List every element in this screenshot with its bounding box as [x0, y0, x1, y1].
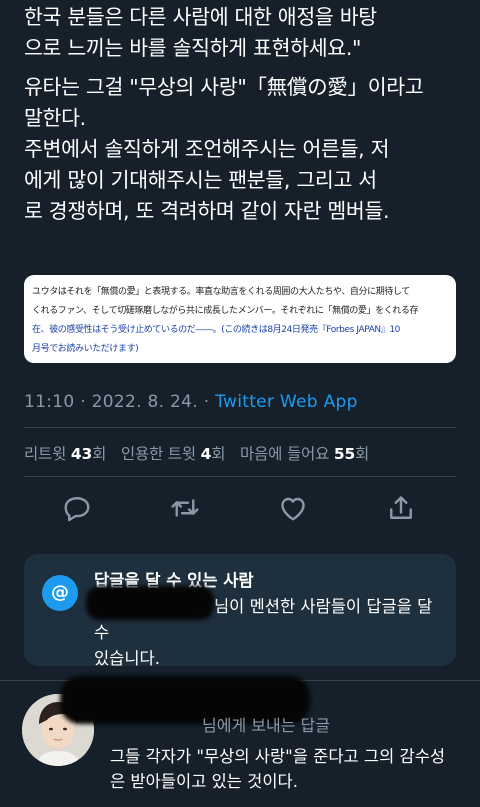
tweet-paragraph-1: 한국 분들은 다른 사람에 대한 애정을 바탕 으로 느끼는 바를 솔직하게 표… [24, 2, 464, 64]
quote-unit: 회 [211, 445, 226, 463]
retweet-icon[interactable] [167, 490, 203, 526]
tweet-paragraph-2: 유타는 그걸 "무상의 사랑"「無償の愛」이라고 말한다. 주변에서 솔직하게 … [24, 72, 464, 227]
tweet-line: 으로 느끼는 바를 솔직하게 표현하세요." [24, 36, 362, 60]
reply-line: 그들 각자가 "무상의 사랑"을 준다고 그의 감수성 [110, 747, 446, 766]
reply-to-label: 님에게 보내는 답글 [110, 712, 330, 736]
quote-label: 인용한 트윗 [120, 445, 196, 463]
image-text-line: くれるファン、そして切磋琢磨しながら共に成長したメンバー。それぞれに「無償の愛」… [32, 306, 419, 316]
tweet-stats: 리트윗 43회 인용한 트윗 4회 마음에 들어요 55회 [24, 442, 369, 464]
quote-count: 4 [200, 445, 212, 463]
share-icon[interactable] [383, 490, 419, 526]
mention-icon: @ [42, 575, 78, 611]
divider [24, 476, 456, 477]
tweet-date[interactable]: 2022. 8. 24. [92, 392, 198, 412]
tweet-text: 한국 분들은 다른 사람에 대한 애정을 바탕 으로 느끼는 바를 솔직하게 표… [24, 2, 464, 227]
image-text-line: 月号でお読みいただけます) [32, 344, 139, 354]
retweet-label: 리트윗 [24, 445, 67, 463]
image-text-line: 在、彼の感受性はそう受け止めているのだ――。(この続きは8月24日発売『Forb… [32, 325, 400, 335]
divider [24, 427, 456, 428]
tweet-line: 로 경쟁하며, 또 격려하며 같이 자란 멤버들. [24, 199, 390, 223]
redaction-mark [86, 586, 214, 620]
like-count: 55 [333, 445, 356, 463]
retweet-unit: 회 [92, 445, 107, 463]
retweet-stat[interactable]: 리트윗 43회 [24, 445, 106, 463]
reply-to-text: 님에게 보내는 답글 [202, 716, 330, 735]
tweet-line: 주변에서 솔직하게 조언해주시는 어른들, 저 [24, 137, 390, 161]
reply-line: 은 받아들이고 있는 것이다. [110, 772, 298, 791]
reply-icon[interactable] [59, 490, 95, 526]
image-text-line: ユウタはそれを「無償の愛」と表現する。率直な助言をくれる周囲の大人たちや、自分に… [32, 287, 410, 297]
like-label: 마음에 들어요 [240, 445, 330, 463]
reply-tweet-text: 그들 각자가 "무상의 사랑"을 준다고 그의 감수성 은 받아들이고 있는 것… [110, 744, 450, 794]
tweet-line: 한국 분들은 다른 사람에 대한 애정을 바탕 [24, 5, 377, 29]
tweet-time[interactable]: 11:10 [24, 392, 75, 412]
reply-desc-text-2: 있습니다. [94, 649, 160, 668]
like-unit: 회 [355, 445, 370, 463]
attached-image[interactable]: ユウタはそれを「無償の愛」と表現する。率直な助言をくれる周囲の大人たちや、自分に… [24, 275, 456, 363]
meta-separator: · [80, 392, 86, 412]
tweet-line: 유타는 그걸 "무상의 사랑"「無償の愛」이라고 [24, 75, 424, 99]
action-bar [0, 490, 480, 526]
tweet-source[interactable]: Twitter Web App [215, 392, 358, 412]
tweet-meta: 11:10 · 2022. 8. 24. · Twitter Web App [24, 392, 358, 412]
tweet-line: 에게 많이 기대해주시는 팬분들, 그리고 서 [24, 168, 377, 192]
like-stat[interactable]: 마음에 들어요 55회 [240, 445, 369, 463]
like-icon[interactable] [275, 490, 311, 526]
tweet-line: 말한다. [24, 106, 86, 130]
retweet-count: 43 [70, 445, 93, 463]
quote-stat[interactable]: 인용한 트윗 4회 [120, 445, 226, 463]
meta-separator: · [203, 392, 210, 412]
reply-restriction-card: @ 답글을 달 수 있는 사람 님이 멘션한 사람들이 답글을 달 수 있습니다… [24, 554, 456, 668]
